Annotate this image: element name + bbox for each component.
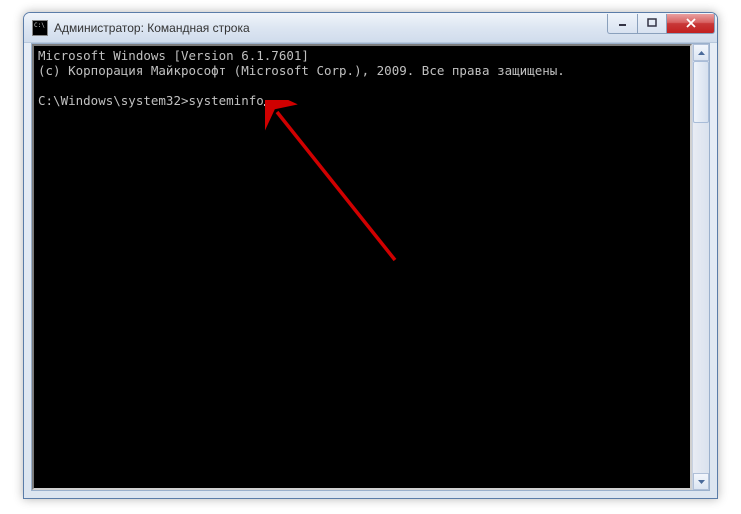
cursor-icon bbox=[264, 104, 272, 106]
console-output[interactable]: Microsoft Windows [Version 6.1.7601] (c)… bbox=[32, 44, 692, 490]
client-area: Microsoft Windows [Version 6.1.7601] (c)… bbox=[31, 43, 710, 491]
console-line-version: Microsoft Windows [Version 6.1.7601] bbox=[38, 48, 309, 63]
cmd-window: Администратор: Командная строка Microsof… bbox=[23, 12, 718, 499]
console-command-input[interactable]: systeminfo bbox=[189, 93, 264, 108]
maximize-button[interactable] bbox=[637, 14, 667, 34]
scroll-down-button[interactable] bbox=[693, 473, 709, 490]
scroll-track[interactable] bbox=[693, 61, 709, 473]
window-title: Администратор: Командная строка bbox=[54, 21, 607, 35]
scroll-thumb[interactable] bbox=[693, 61, 709, 123]
scroll-up-button[interactable] bbox=[693, 44, 709, 61]
titlebar[interactable]: Администратор: Командная строка bbox=[24, 13, 717, 43]
window-controls bbox=[607, 14, 715, 36]
console-prompt: C:\Windows\system32> bbox=[38, 93, 189, 108]
console-line-copyright: (c) Корпорация Майкрософт (Microsoft Cor… bbox=[38, 63, 565, 78]
close-button[interactable] bbox=[667, 14, 715, 34]
cmd-icon bbox=[32, 20, 48, 36]
vertical-scrollbar[interactable] bbox=[692, 44, 709, 490]
minimize-button[interactable] bbox=[607, 14, 637, 34]
